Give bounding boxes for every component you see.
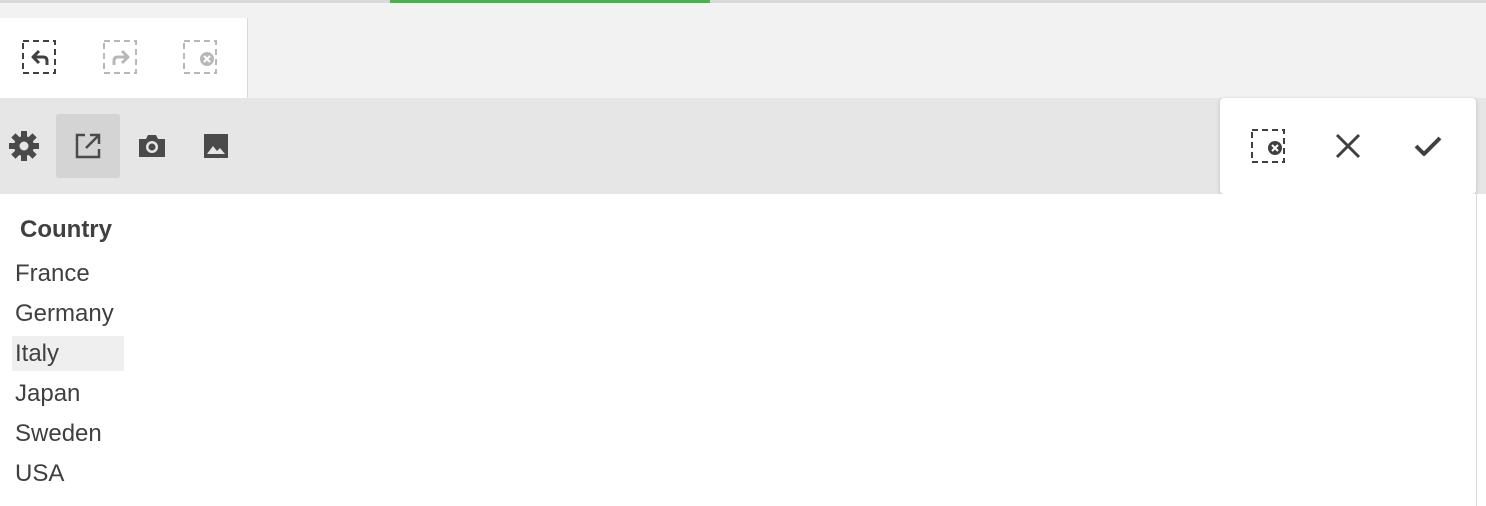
gear-icon: [9, 131, 39, 161]
expand-button[interactable]: [56, 114, 120, 178]
app-window: Country France Germany Italy Japan Swede…: [0, 0, 1486, 506]
camera-icon: [139, 135, 165, 157]
checkmark-icon: [1414, 136, 1442, 156]
selection-forward-icon: [103, 40, 137, 74]
clear-selections-icon: [183, 40, 217, 74]
list-item-france[interactable]: France: [12, 256, 124, 291]
selection-toolbar: [0, 18, 1486, 98]
open-external-icon: [75, 133, 101, 159]
clear-selection-button[interactable]: [1244, 122, 1292, 170]
cancel-selection-button[interactable]: [1324, 122, 1372, 170]
snapshot-button[interactable]: [120, 114, 184, 178]
selection-tools-group: [0, 18, 248, 98]
list-item-germany[interactable]: Germany: [12, 296, 124, 331]
panel-edge: [1476, 194, 1486, 506]
settings-button[interactable]: [0, 114, 56, 178]
list-item-usa[interactable]: USA: [12, 456, 124, 491]
image-icon: [204, 134, 228, 158]
country-listbox: Country France Germany Italy Japan Swede…: [0, 194, 1476, 506]
clear-selection-icon: [1251, 129, 1285, 163]
list-item-japan[interactable]: Japan: [12, 376, 124, 411]
list-item-sweden[interactable]: Sweden: [12, 416, 124, 451]
active-tab-indicator: [390, 0, 710, 3]
tab-strip-border: [0, 0, 1486, 3]
sheet-tab-strip: [0, 0, 1486, 18]
confirm-selection-button[interactable]: [1404, 122, 1452, 170]
clear-all-selections-button[interactable]: [183, 40, 217, 74]
listbox-items: France Germany Italy Japan Sweden USA: [12, 256, 124, 496]
selection-back-icon: [22, 40, 56, 74]
close-icon: [1335, 133, 1361, 159]
selection-confirm-bar: [1220, 98, 1476, 194]
selection-back-button[interactable]: [22, 40, 56, 74]
list-item-italy[interactable]: Italy: [12, 336, 124, 371]
selection-forward-button[interactable]: [103, 40, 137, 74]
listbox-header: Country: [20, 216, 112, 243]
export-image-button[interactable]: [184, 114, 248, 178]
